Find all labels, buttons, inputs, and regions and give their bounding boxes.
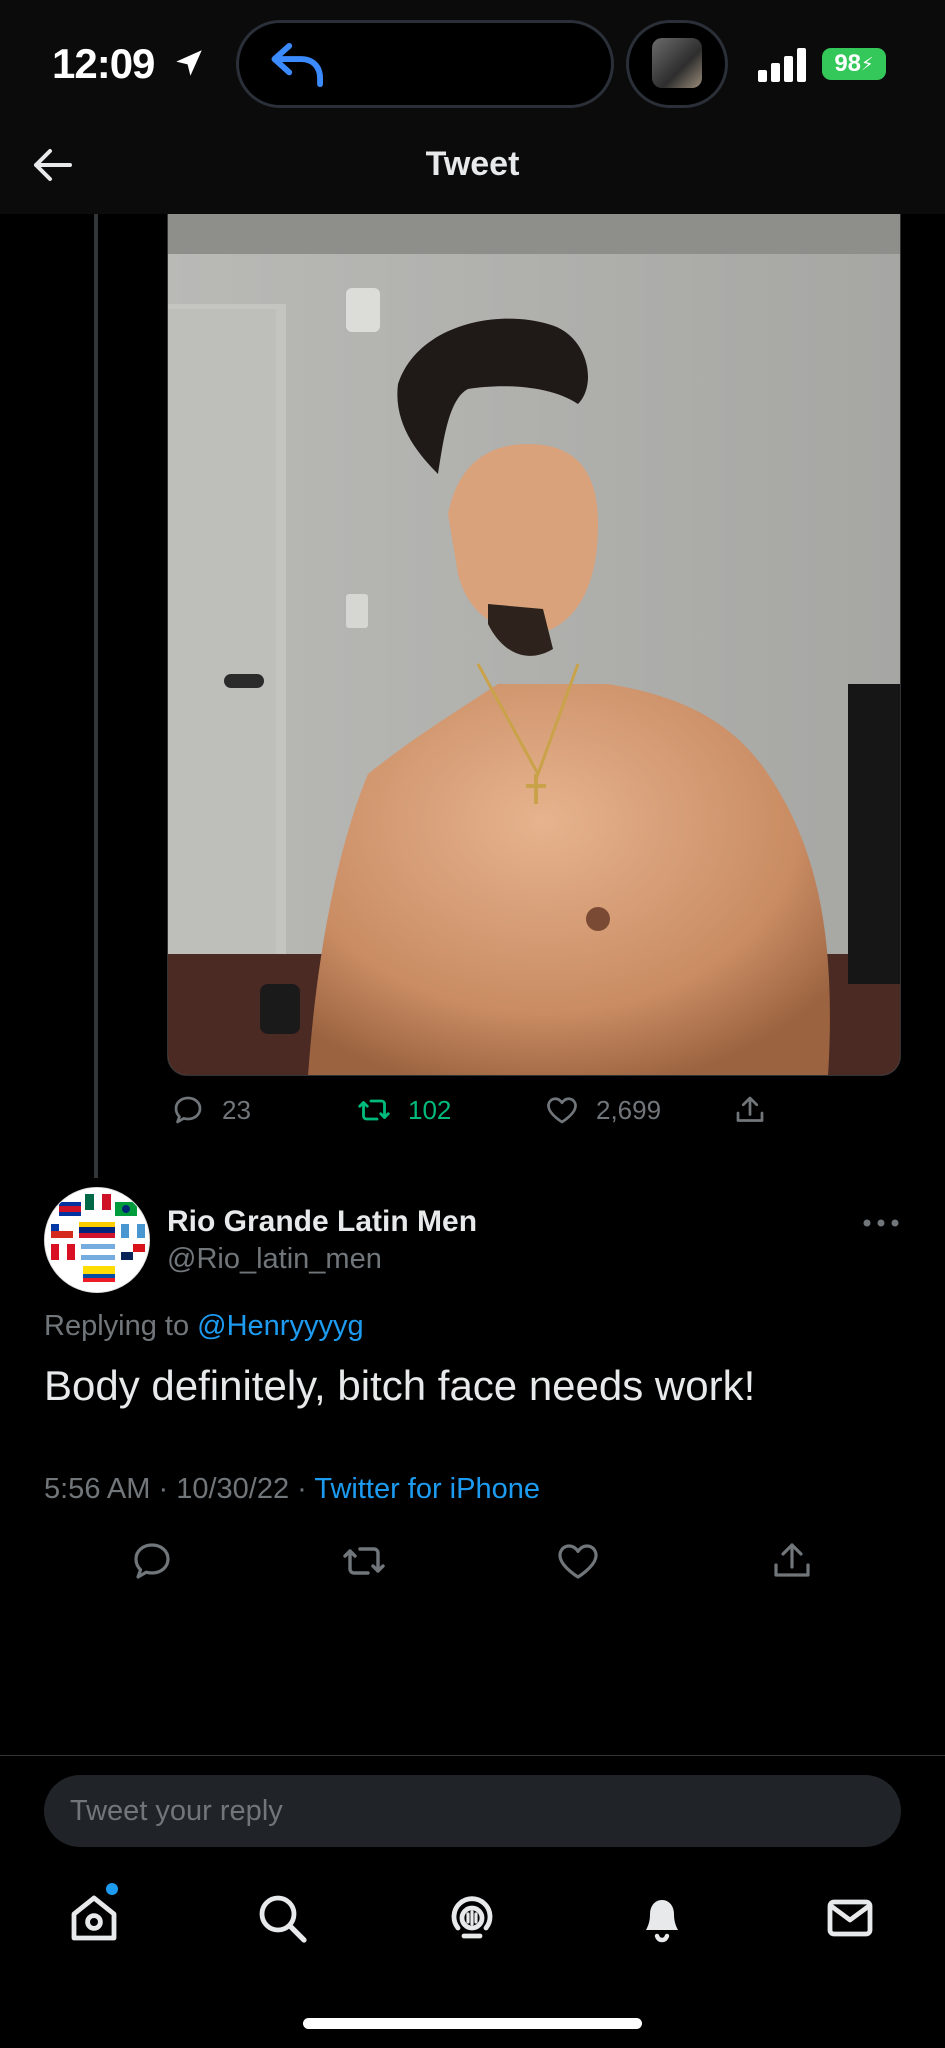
thread-connector-line xyxy=(94,214,98,1178)
like-button[interactable] xyxy=(554,1537,602,1585)
tweet-date: 10/30/22 xyxy=(176,1473,290,1505)
share-button[interactable] xyxy=(768,1537,816,1585)
more-options-icon[interactable] xyxy=(862,1218,900,1228)
parent-retweet-button[interactable]: 102 xyxy=(356,1092,451,1128)
location-arrow-icon xyxy=(176,50,202,76)
composer-divider xyxy=(0,1755,945,1756)
tweet-photo-image xyxy=(168,214,900,1075)
spaces-tab-icon[interactable] xyxy=(444,1890,500,1946)
cellular-signal-icon xyxy=(758,48,806,82)
messages-tab-icon[interactable] xyxy=(822,1890,878,1946)
reply-icon xyxy=(174,1096,202,1124)
like-count: 2,699 xyxy=(596,1094,662,1125)
parent-reply-button[interactable]: 23 xyxy=(170,1092,251,1128)
charging-bolt-icon: ⚡ xyxy=(861,53,874,74)
replying-to-line: Replying to @Henryyyyg xyxy=(44,1310,364,1343)
heart-icon xyxy=(547,1097,577,1124)
retweet-count: 102 xyxy=(408,1094,452,1125)
page-title: Tweet xyxy=(425,145,520,183)
home-tab-icon[interactable] xyxy=(66,1890,122,1946)
reply-button[interactable] xyxy=(128,1537,176,1585)
replying-to-label: Replying to xyxy=(44,1310,198,1342)
tweet-meta-row: 5:56 AM · 10/30/22 · Twitter for iPhone xyxy=(44,1473,540,1506)
meta-separator: · xyxy=(289,1473,315,1505)
author-display-name[interactable]: Rio Grande Latin Men xyxy=(167,1205,477,1239)
live-activity-thumbnail xyxy=(652,38,702,88)
avatar-flags-image xyxy=(45,1188,149,1292)
reply-count: 23 xyxy=(222,1094,251,1125)
parent-like-button[interactable]: 2,699 xyxy=(544,1092,661,1128)
status-clock: 12:09 xyxy=(52,40,155,87)
author-handle[interactable]: @Rio_latin_men xyxy=(167,1243,382,1276)
tweet-source-link[interactable]: Twitter for iPhone xyxy=(314,1473,540,1505)
tweet-photo[interactable] xyxy=(167,214,901,1076)
avatar[interactable] xyxy=(44,1187,150,1293)
battery-level: 98 xyxy=(834,50,862,77)
return-to-app-icon[interactable] xyxy=(268,40,328,90)
parent-share-button[interactable] xyxy=(732,1092,768,1128)
replying-to-handle-link[interactable]: @Henryyyyg xyxy=(197,1310,363,1342)
battery-indicator: 98 ⚡ xyxy=(822,48,886,80)
share-icon xyxy=(736,1096,764,1122)
home-indicator[interactable] xyxy=(303,2018,642,2029)
reply-input[interactable] xyxy=(44,1775,901,1847)
notifications-tab-icon[interactable] xyxy=(634,1890,690,1946)
tweet-time: 5:56 AM xyxy=(44,1473,151,1505)
tweet-body-text: Body definitely, bitch face needs work! xyxy=(44,1362,756,1409)
retweet-icon xyxy=(358,1099,390,1121)
search-tab-icon[interactable] xyxy=(254,1890,310,1946)
retweet-button[interactable] xyxy=(340,1537,388,1585)
meta-separator: · xyxy=(150,1473,177,1505)
home-notification-dot xyxy=(106,1883,118,1895)
